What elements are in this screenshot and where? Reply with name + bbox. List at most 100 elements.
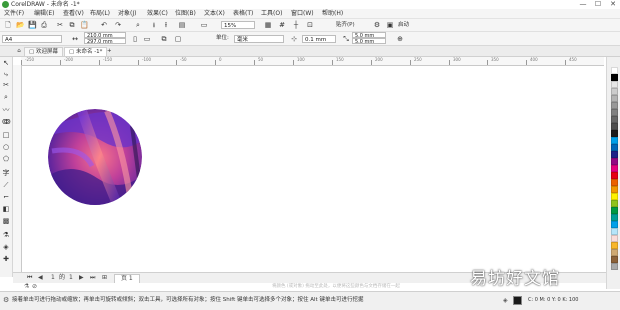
palette-color-swatch[interactable] bbox=[611, 67, 618, 74]
palette-color-swatch[interactable] bbox=[611, 165, 618, 172]
horizontal-ruler[interactable]: -250 -200 -150 -100 -50 0 50 100 150 200 250 300 350… bbox=[21, 57, 604, 66]
duplicate-y-input[interactable]: 5.0 mm bbox=[352, 38, 386, 44]
palette-color-swatch[interactable] bbox=[611, 207, 618, 214]
palette-color-swatch[interactable] bbox=[611, 263, 618, 270]
status-settings-icon[interactable]: ⚙ bbox=[3, 296, 9, 305]
last-page-button[interactable]: ⏭ bbox=[90, 274, 95, 282]
palette-color-swatch[interactable] bbox=[611, 256, 618, 263]
copy-icon[interactable]: ⧉ bbox=[68, 21, 76, 29]
new-tab-button[interactable]: + bbox=[104, 47, 115, 56]
search-content-icon[interactable]: ⌕ bbox=[134, 21, 142, 29]
eyedropper-tool-icon[interactable]: ⚗ bbox=[2, 231, 10, 239]
menu-table[interactable]: 表格(T) bbox=[233, 9, 253, 18]
tab-document[interactable]: ▢ 未命名 -1* bbox=[64, 47, 108, 56]
eyedropper-icon[interactable]: ⚗ bbox=[24, 283, 29, 290]
all-pages-icon[interactable]: ⧉ bbox=[160, 35, 168, 43]
palette-color-swatch[interactable] bbox=[611, 172, 618, 179]
palette-color-swatch[interactable] bbox=[611, 123, 618, 130]
units-select[interactable]: 毫米 bbox=[234, 35, 284, 43]
cut-icon[interactable]: ✂ bbox=[56, 21, 64, 29]
zoom-level-select[interactable]: 15% bbox=[221, 21, 255, 29]
quick-customize-icon[interactable]: ⊕ bbox=[396, 35, 404, 43]
print-icon[interactable]: ⎙ bbox=[40, 21, 48, 29]
nudge-distance-input[interactable]: 0.1 mm bbox=[302, 35, 336, 43]
add-page-button[interactable]: ⊞ bbox=[102, 274, 107, 282]
palette-color-swatch[interactable] bbox=[611, 74, 618, 81]
export-icon[interactable]: ⭱ bbox=[162, 21, 170, 29]
palette-color-swatch[interactable] bbox=[611, 158, 618, 165]
maximize-button[interactable]: ☐ bbox=[591, 0, 605, 9]
artistic-media-tool-icon[interactable]: ↂ bbox=[2, 118, 11, 126]
import-icon[interactable]: ⭳ bbox=[150, 21, 158, 29]
menu-file[interactable]: 文件(F) bbox=[4, 9, 24, 18]
menu-bitmaps[interactable]: 位图(B) bbox=[175, 9, 196, 18]
palette-color-swatch[interactable] bbox=[611, 242, 618, 249]
fill-color-swatch[interactable] bbox=[513, 296, 522, 305]
previous-page-button[interactable]: ◀ bbox=[38, 274, 43, 282]
snap-icon[interactable]: ⊡ bbox=[306, 21, 314, 29]
full-screen-preview-icon[interactable]: ▭ bbox=[200, 21, 208, 29]
interactive-fill-tool-icon[interactable]: ◈ bbox=[2, 243, 10, 251]
shape-tool-icon[interactable]: ⤷ bbox=[2, 70, 10, 78]
paste-icon[interactable]: 📋 bbox=[80, 21, 89, 29]
undo-icon[interactable]: ↶ bbox=[100, 21, 108, 29]
freehand-tool-icon[interactable]: 〰 bbox=[2, 106, 10, 114]
palette-color-swatch[interactable] bbox=[611, 88, 618, 95]
redo-icon[interactable]: ↷ bbox=[114, 21, 122, 29]
text-tool-icon[interactable]: 字 bbox=[2, 169, 10, 177]
show-guidelines-icon[interactable]: ┼ bbox=[292, 21, 300, 29]
snap-to-dropdown[interactable]: 贴齐(P) bbox=[336, 22, 355, 29]
crop-tool-icon[interactable]: ✂ bbox=[2, 81, 10, 89]
palette-color-swatch[interactable] bbox=[611, 214, 618, 221]
menu-edit[interactable]: 编辑(E) bbox=[34, 9, 54, 18]
menu-text[interactable]: 文本(X) bbox=[204, 9, 225, 18]
menu-object[interactable]: 对象(J) bbox=[118, 9, 136, 18]
connector-tool-icon[interactable]: ⌐ bbox=[2, 193, 10, 201]
portrait-orientation-icon[interactable]: ▯ bbox=[131, 35, 139, 43]
palette-color-swatch[interactable] bbox=[611, 221, 618, 228]
palette-color-swatch[interactable] bbox=[611, 95, 618, 102]
palette-color-swatch[interactable] bbox=[611, 186, 618, 193]
palette-color-swatch[interactable] bbox=[611, 109, 618, 116]
menu-tools[interactable]: 工具(O) bbox=[261, 9, 282, 18]
menu-layout[interactable]: 布局(L) bbox=[90, 9, 110, 18]
drop-shadow-tool-icon[interactable]: ◧ bbox=[2, 205, 10, 213]
polygon-tool-icon[interactable]: ⬠ bbox=[2, 155, 10, 163]
menu-window[interactable]: 窗口(W) bbox=[291, 9, 314, 18]
new-document-icon[interactable]: 🗋 bbox=[4, 21, 12, 29]
parallel-dimension-tool-icon[interactable]: ⟋ bbox=[2, 181, 10, 189]
palette-color-swatch[interactable] bbox=[611, 235, 618, 242]
palette-color-swatch[interactable] bbox=[611, 102, 618, 109]
palette-color-swatch[interactable] bbox=[611, 151, 618, 158]
page-size-select[interactable]: A4 bbox=[2, 35, 62, 43]
vertical-ruler[interactable] bbox=[13, 65, 22, 272]
tab-welcome-screen[interactable]: ▢ 欢迎屏幕 bbox=[24, 47, 63, 56]
palette-color-swatch[interactable] bbox=[611, 116, 618, 123]
palette-color-swatch[interactable] bbox=[611, 137, 618, 144]
show-grid-icon[interactable]: # bbox=[278, 21, 286, 29]
palette-color-swatch[interactable] bbox=[611, 179, 618, 186]
save-icon[interactable]: 💾 bbox=[28, 21, 37, 29]
palette-color-swatch[interactable] bbox=[611, 144, 618, 151]
show-rulers-icon[interactable]: ▦ bbox=[264, 21, 272, 29]
open-folder-icon[interactable]: 📂 bbox=[16, 21, 25, 29]
menu-help[interactable]: 帮助(H) bbox=[322, 9, 343, 18]
pick-tool-icon[interactable]: ↖ bbox=[2, 59, 10, 67]
palette-color-swatch[interactable] bbox=[611, 81, 618, 88]
pdf-icon[interactable]: ▤ bbox=[178, 21, 186, 29]
rectangle-tool-icon[interactable]: □ bbox=[2, 131, 10, 139]
close-button[interactable]: ✕ bbox=[606, 0, 620, 9]
page-height-input[interactable]: 297.0 mm bbox=[84, 38, 126, 44]
menu-view[interactable]: 查看(V) bbox=[63, 9, 84, 18]
drawing-canvas[interactable] bbox=[22, 66, 604, 272]
first-page-button[interactable]: ⏮ bbox=[27, 274, 32, 282]
options-gear-icon[interactable]: ⚙ bbox=[373, 21, 381, 29]
palette-color-swatch[interactable] bbox=[611, 193, 618, 200]
home-icon[interactable]: ⌂ bbox=[14, 47, 24, 56]
transparency-tool-icon[interactable]: ▩ bbox=[2, 217, 10, 225]
palette-color-swatch[interactable] bbox=[611, 200, 618, 207]
palette-color-swatch[interactable] bbox=[611, 228, 618, 235]
application-launcher-dropdown[interactable]: 启动 bbox=[398, 22, 409, 29]
palette-color-swatch[interactable] bbox=[611, 130, 618, 137]
next-page-button[interactable]: ▶ bbox=[79, 274, 84, 282]
